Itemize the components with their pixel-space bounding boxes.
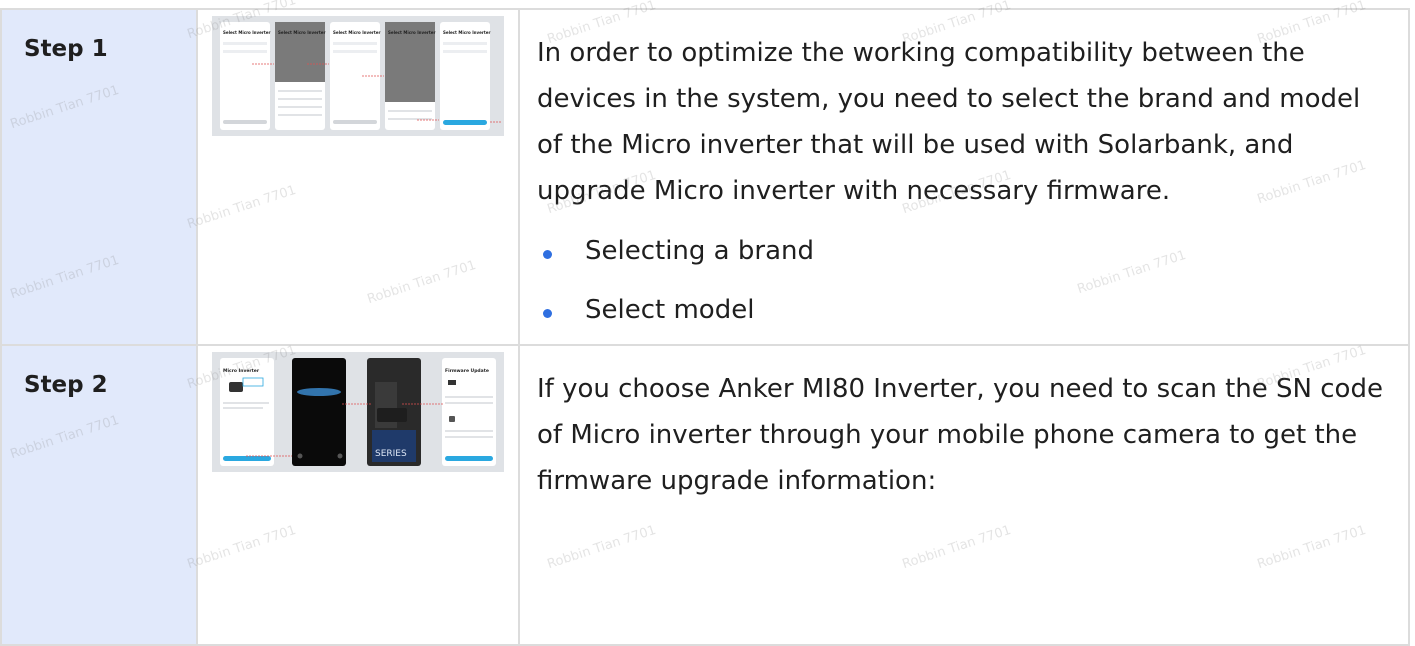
steps-table: Step 1 Select Micro Inverter Select Micr… [0,8,1410,646]
screen-title: Select Micro Inverter [278,30,325,35]
scan-sn-screenshots: Micro Inverter SERIES Firmware Update [212,352,504,472]
step-label: Step 2 [0,344,198,646]
step-image-cell: Micro Inverter SERIES Firmware Update [196,344,520,646]
series-label: SERIES [375,449,407,459]
screen-title: Select Micro Inverter [388,30,435,35]
step-row: Step 2 Micro Inverter SERIES Firmware Up… [0,344,1410,646]
step-row: Step 1 Select Micro Inverter Select Micr… [0,8,1410,346]
screen-title: Select Micro Inverter [443,30,490,35]
step-paragraph: In order to optimize the working compati… [537,38,1361,206]
step-paragraph: If you choose Anker MI80 Inverter, you n… [537,374,1383,496]
step-label: Step 1 [0,8,198,346]
step-description: In order to optimize the working compati… [518,8,1410,346]
bullet-item: Selecting a brand [537,222,1392,281]
select-inverter-screenshots: Select Micro Inverter Select Micro Inver… [212,16,504,136]
screen-title: Select Micro Inverter [333,30,380,35]
screen-title: Micro Inverter [223,368,260,374]
bullet-list: Selecting a brand Select model [537,222,1392,340]
screen-title: Select Micro Inverter [223,30,270,35]
step-image-cell: Select Micro Inverter Select Micro Inver… [196,8,520,346]
screen-title: Firmware Update [445,368,489,374]
bullet-item: Select model [537,281,1392,340]
step-description: If you choose Anker MI80 Inverter, you n… [518,344,1410,646]
